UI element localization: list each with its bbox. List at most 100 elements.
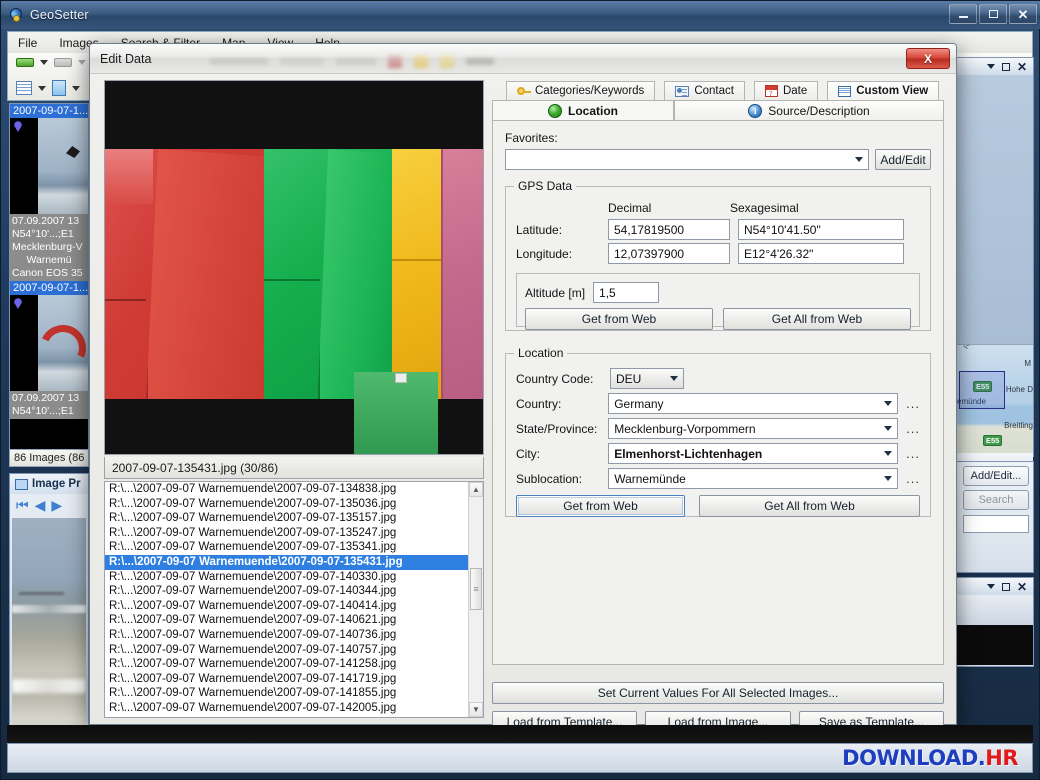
map-label-rostock: Rostock [963, 345, 981, 350]
menu-item-file[interactable]: File [18, 36, 37, 50]
file-list-item[interactable]: R:\...\2007-09-07 Warnemuende\2007-09-07… [105, 613, 483, 628]
favorites-add-edit-button[interactable]: Add/Edit [875, 149, 931, 170]
search-input[interactable] [963, 515, 1029, 533]
add-edit-button[interactable]: Add/Edit... [963, 466, 1029, 486]
table-view-icon[interactable] [16, 81, 32, 95]
state-province-combo[interactable]: Mecklenburg-Vorpommern [608, 418, 898, 439]
preview-image [12, 518, 86, 736]
file-list-scrollbar[interactable]: ▲ ≡ ▼ [468, 482, 483, 717]
country-browse-button[interactable]: ... [906, 398, 920, 410]
tab-source-description[interactable]: i Source/Description [674, 100, 944, 120]
chevron-down-icon[interactable] [987, 584, 995, 589]
country-code-value: DEU [616, 372, 641, 386]
previous-icon[interactable]: ◀ [35, 498, 46, 512]
sublocation-combo[interactable]: Warnemünde [608, 468, 898, 489]
file-list-item[interactable]: R:\...\2007-09-07 Warnemuende\2007-09-07… [105, 628, 483, 643]
maximize-icon[interactable] [1002, 63, 1010, 71]
image-count-status: 86 Images (86 [9, 449, 89, 467]
country-combo[interactable]: Germany [608, 393, 898, 414]
file-list-item[interactable]: R:\...\2007-09-07 Warnemuende\2007-09-07… [105, 482, 483, 497]
calendar-icon: 7 [765, 85, 778, 97]
favorites-combo[interactable] [505, 149, 869, 170]
chevron-down-icon[interactable] [987, 64, 995, 69]
scroll-up-icon[interactable]: ▲ [469, 482, 483, 497]
dialog-close-button[interactable]: X [906, 48, 950, 69]
scroll-down-icon[interactable]: ▼ [469, 702, 483, 717]
close-icon[interactable]: ✕ [1017, 61, 1027, 73]
edit-data-dialog: Edit Data X 2007-09-07-135431.jpg (30/86… [89, 43, 957, 725]
file-list-item[interactable]: R:\...\2007-09-07 Warnemuende\2007-09-07… [105, 672, 483, 687]
next-icon[interactable]: ▶ [51, 498, 62, 512]
country-code-combo[interactable]: DEU [610, 368, 684, 389]
file-list-item[interactable]: R:\...\2007-09-07 Warnemuende\2007-09-07… [105, 526, 483, 541]
close-button[interactable]: ✕ [1009, 4, 1037, 24]
set-current-values-button[interactable]: Set Current Values For All Selected Imag… [492, 682, 944, 704]
minimize-button[interactable] [949, 4, 977, 24]
longitude-decimal-input[interactable]: 12,07397900 [608, 243, 730, 264]
file-list-item[interactable]: R:\...\2007-09-07 Warnemuende\2007-09-07… [105, 511, 483, 526]
file-list-item[interactable]: R:\...\2007-09-07 Warnemuende\2007-09-07… [105, 716, 483, 719]
location-get-all-from-web-button[interactable]: Get All from Web [699, 495, 920, 517]
city-browse-button[interactable]: ... [906, 448, 920, 460]
scrollbar-thumb[interactable]: ≡ [470, 568, 482, 610]
maximize-icon[interactable] [1002, 583, 1010, 591]
thumbnail-image[interactable] [10, 118, 88, 214]
first-icon[interactable]: ⏮ [16, 498, 29, 512]
list-item-label[interactable]: 2007-09-07-1... [10, 104, 88, 118]
tab-location[interactable]: Location [492, 100, 674, 120]
tabstrip-row-2: Location i Source/Description [492, 99, 944, 120]
maximize-button[interactable] [979, 4, 1007, 24]
tab-custom-view[interactable]: Custom View [827, 81, 939, 100]
map-canvas[interactable]: Rostock M Hohe D emünde Breitling E55 E5… [957, 345, 1033, 453]
tab-contact[interactable]: Contact [664, 81, 745, 100]
file-list-item[interactable]: R:\...\2007-09-07 Warnemuende\2007-09-07… [105, 555, 483, 570]
file-list-item[interactable]: R:\...\2007-09-07 Warnemuende\2007-09-07… [105, 599, 483, 614]
latitude-decimal-input[interactable]: 54,17819500 [608, 219, 730, 240]
file-list-item[interactable]: R:\...\2007-09-07 Warnemuende\2007-09-07… [105, 657, 483, 672]
altitude-subgroup: Altitude [m] 1,5 Get from Web Get All fr… [516, 273, 920, 327]
file-list-item[interactable]: R:\...\2007-09-07 Warnemuende\2007-09-07… [105, 497, 483, 512]
image-preview-label: Image Pr [32, 478, 81, 490]
page-icon[interactable] [52, 80, 66, 96]
bottom-dock-caption: ✕ [957, 578, 1033, 595]
chevron-down-icon [855, 157, 863, 162]
gps-get-all-from-web-button[interactable]: Get All from Web [723, 308, 911, 330]
file-list-item[interactable]: R:\...\2007-09-07 Warnemuende\2007-09-07… [105, 584, 483, 599]
location-get-from-web-button[interactable]: Get from Web [516, 495, 685, 517]
file-list-item[interactable]: R:\...\2007-09-07 Warnemuende\2007-09-07… [105, 686, 483, 701]
photo-preview [104, 80, 484, 455]
preview-nav-bar: ⏮ ◀ ▶ [10, 494, 88, 512]
file-list[interactable]: R:\...\2007-09-07 Warnemuende\2007-09-07… [104, 481, 484, 718]
gps-get-from-web-button[interactable]: Get from Web [525, 308, 713, 330]
thumbnail-image[interactable] [10, 295, 88, 391]
watermark-blue: DOWNLOAD. [842, 746, 985, 770]
table-view-dropdown-icon[interactable] [38, 86, 46, 91]
image-list-panel[interactable]: 2007-09-07-1... 07.09.2007 13 N54°10'...… [9, 103, 89, 463]
altitude-label: Altitude [m] [525, 286, 585, 300]
close-icon[interactable]: ✕ [1017, 581, 1027, 593]
altitude-input[interactable]: 1,5 [593, 282, 659, 303]
app-title: GeoSetter [30, 8, 89, 22]
file-list-item[interactable]: R:\...\2007-09-07 Warnemuende\2007-09-07… [105, 643, 483, 658]
back-arrow-icon[interactable] [16, 58, 34, 67]
page-dropdown-icon[interactable] [72, 86, 80, 91]
sublocation-browse-button[interactable]: ... [906, 473, 920, 485]
tab-categories-keywords[interactable]: Categories/Keywords [506, 81, 655, 100]
status-bar: DOWNLOAD.HR [7, 743, 1033, 773]
longitude-sexagesimal-input[interactable]: E12°4'26.32" [738, 243, 904, 264]
thumb-coords: N54°10'...;E1 [12, 228, 86, 241]
latitude-sexagesimal-input[interactable]: N54°10'41.50" [738, 219, 904, 240]
geotag-pin-icon [14, 298, 22, 309]
country-label: Country: [516, 397, 600, 411]
state-browse-button[interactable]: ... [906, 423, 920, 435]
back-dropdown-icon[interactable] [40, 60, 48, 65]
map-selection-rect[interactable] [959, 371, 1005, 409]
city-combo[interactable]: Elmenhorst-Lichtenhagen [608, 443, 898, 464]
tab-date[interactable]: 7 Date [754, 81, 818, 100]
file-list-item[interactable]: R:\...\2007-09-07 Warnemuende\2007-09-07… [105, 570, 483, 585]
file-list-item[interactable]: R:\...\2007-09-07 Warnemuende\2007-09-07… [105, 540, 483, 555]
search-button[interactable]: Search [963, 490, 1029, 510]
list-item-label[interactable]: 2007-09-07-1... [10, 281, 88, 295]
current-filename-bar: 2007-09-07-135431.jpg (30/86) [104, 457, 484, 479]
file-list-item[interactable]: R:\...\2007-09-07 Warnemuende\2007-09-07… [105, 701, 483, 716]
